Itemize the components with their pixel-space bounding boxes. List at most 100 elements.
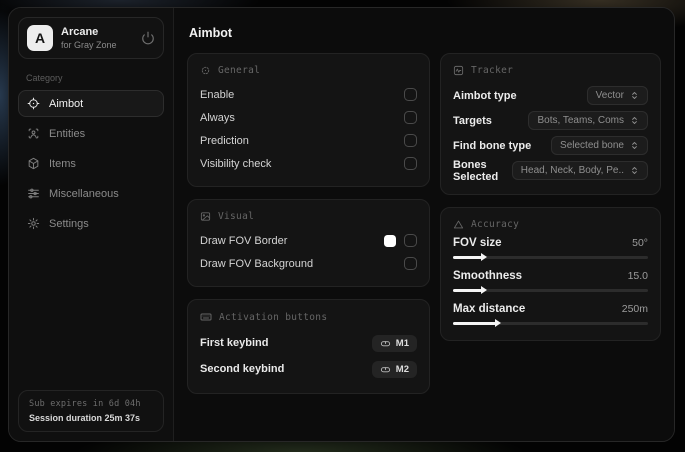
subscription-card: Sub expires in 6d 04h Session duration 2… [18,390,164,432]
slider-label: FOV size [453,237,502,249]
setting-label: Draw FOV Border [200,234,288,247]
crosshair-icon [27,97,40,110]
keybind-value: M2 [395,363,409,375]
section-title: Visual [218,211,255,222]
general-card: General Enable Always Prediction Visibil… [187,53,430,187]
sidebar-item-label: Miscellaneous [49,187,119,200]
sidebar-item-items[interactable]: Items [18,150,164,177]
slider-label: Smoothness [453,270,523,282]
setting-label: Visibility check [200,157,272,170]
setting-label: Second keybind [200,363,285,375]
category-label: Category [26,73,63,83]
sidebar-item-label: Entities [49,127,86,140]
setting-label: Draw FOV Background [200,257,314,270]
slider-fill [453,253,488,261]
section-title: General [218,65,261,76]
setting-row-draw-fov-border: Draw FOV Border [200,229,417,252]
triangle-icon [453,219,464,230]
dropdown-value: Head, Neck, Body, Pe.. [520,165,624,176]
fov-border-color-swatch[interactable] [384,234,396,247]
draw-fov-border-checkbox[interactable] [404,234,417,247]
brand-subtitle: for Gray Zone [61,40,117,50]
sub-expires-text: Sub expires in 6d 04h [29,399,141,409]
tracker-card: Tracker Aimbot type Vector Targets Bots,… [440,53,661,195]
section-title: Accuracy [471,219,520,230]
setting-row-first-keybind: First keybind M1 [200,330,417,356]
fov-size-slider-group: FOV size 50° [453,237,648,261]
slider-fill [453,286,488,294]
app-logo: A [27,25,53,51]
section-title: Tracker [471,65,514,76]
always-checkbox[interactable] [404,111,417,124]
sidebar-item-entities[interactable]: Entities [18,120,164,147]
smoothness-slider-group: Smoothness 15.0 [453,270,648,294]
setting-label: Prediction [200,134,249,147]
max-distance-slider-group: Max distance 250m [453,303,648,327]
setting-row-aimbot-type: Aimbot type Vector [453,83,648,108]
find-bone-type-dropdown[interactable]: Selected bone [551,136,648,155]
sidebar-item-aimbot[interactable]: Aimbot [18,90,164,117]
chevrons-up-down-icon [630,91,639,100]
mouse-icon [380,364,391,375]
setting-row-targets: Targets Bots, Teams, Coms [453,108,648,133]
prediction-checkbox[interactable] [404,134,417,147]
smoothness-slider[interactable] [453,286,648,294]
gear-icon [27,217,40,230]
sliders-icon [27,187,40,200]
slider-value: 15.0 [627,270,648,282]
setting-row-always: Always [200,106,417,129]
cube-icon [27,157,40,170]
enable-checkbox[interactable] [404,88,417,101]
targets-dropdown[interactable]: Bots, Teams, Coms [528,111,648,130]
page-title: Aimbot [189,26,233,40]
mouse-icon [380,338,391,349]
person-scan-icon [27,127,40,140]
sidebar-item-label: Items [49,157,76,170]
setting-row-visibility-check: Visibility check [200,152,417,175]
power-icon[interactable] [141,31,155,45]
setting-row-draw-fov-background: Draw FOV Background [200,252,417,275]
section-title: Activation buttons [219,311,328,323]
fov-size-slider[interactable] [453,253,648,261]
app-window: A Arcane for Gray Zone Category Aimbot E… [8,7,675,442]
dropdown-value: Bots, Teams, Coms [537,115,624,126]
slider-value: 250m [621,303,648,315]
activity-icon [453,65,464,76]
image-icon [200,211,211,222]
aimbot-type-dropdown[interactable]: Vector [586,86,648,105]
keyboard-icon [200,311,212,323]
setting-label: Always [200,111,235,124]
bones-selected-dropdown[interactable]: Head, Neck, Body, Pe.. [511,161,648,180]
sidebar-item-label: Aimbot [49,97,84,110]
setting-label: Aimbot type [453,89,517,102]
draw-fov-background-checkbox[interactable] [404,257,417,270]
setting-label: Find bone type [453,139,532,152]
second-keybind-button[interactable]: M2 [371,360,417,378]
keybind-value: M1 [395,337,409,349]
brand-name: Arcane [61,26,99,38]
setting-label: First keybind [200,337,269,349]
max-distance-slider[interactable] [453,319,648,327]
accuracy-card: Accuracy FOV size 50° Smoothness 15.0 Ma… [440,207,661,341]
main-panel: Aimbot General Enable Always Prediction … [174,8,674,441]
setting-row-second-keybind: Second keybind M2 [200,356,417,382]
sidebar-item-miscellaneous[interactable]: Miscellaneous [18,180,164,207]
slider-fill [453,319,501,327]
dropdown-value: Vector [595,90,624,101]
dropdown-value: Selected bone [560,140,624,151]
sidebar-item-label: Settings [49,217,89,230]
slider-value: 50° [632,237,648,249]
visibility-check-checkbox[interactable] [404,157,417,170]
visual-card: Visual Draw FOV Border Draw FOV Backgrou… [187,199,430,287]
brand-card: A Arcane for Gray Zone [18,17,164,59]
setting-label: Bones Selected [453,158,499,183]
first-keybind-button[interactable]: M1 [371,334,417,352]
sidebar-item-settings[interactable]: Settings [18,210,164,237]
setting-row-find-bone-type: Find bone type Selected bone [453,133,648,158]
sidebar-nav: Aimbot Entities Items Miscellaneous Sett… [9,90,173,237]
sidebar: A Arcane for Gray Zone Category Aimbot E… [9,8,174,441]
activation-buttons-card: Activation buttons First keybind M1 Seco… [187,299,430,394]
setting-label: Enable [200,88,235,101]
slider-label: Max distance [453,303,526,315]
chevrons-up-down-icon [630,141,639,150]
